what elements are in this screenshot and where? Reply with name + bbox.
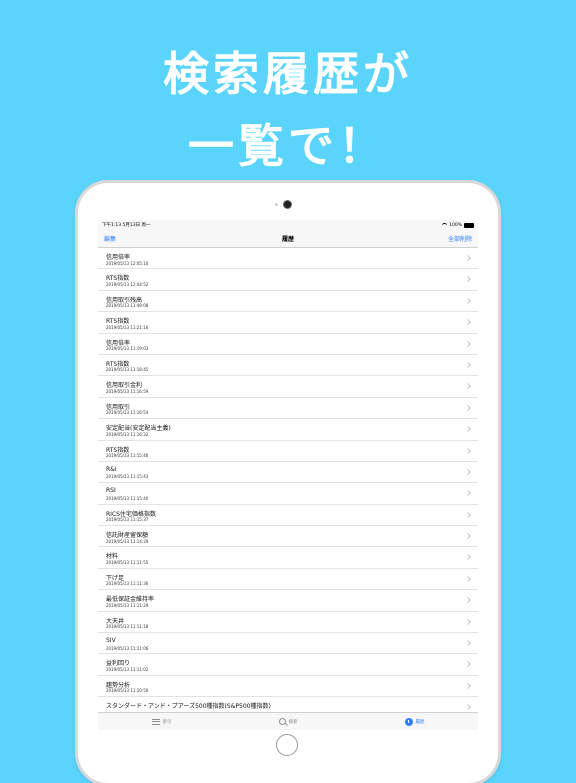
- history-row[interactable]: R&I 2019/05/13 11:15:43: [98, 462, 478, 484]
- tab-search[interactable]: 検索: [278, 718, 298, 725]
- history-date: 2019/05/13 11:14:29: [106, 538, 149, 544]
- history-date: 2019/05/13 11:15:37: [106, 517, 149, 523]
- history-row[interactable]: RTS指数 2019/05/13 11:15:46: [98, 441, 478, 462]
- history-row[interactable]: 最低保証金維持率 2019/05/13 11:11:29: [98, 590, 478, 612]
- history-term: RSI: [106, 487, 116, 495]
- chevron-right-icon: [465, 490, 471, 497]
- history-date: 2019/05/13 11:18:45: [106, 367, 149, 373]
- chevron-right-icon: [465, 554, 471, 561]
- history-date: 2019/05/13 11:16:54: [106, 410, 149, 416]
- chevron-right-icon: [465, 319, 471, 326]
- history-date: 2019/05/13 11:11:36: [106, 581, 149, 587]
- history-row[interactable]: 信託財産留保額 2019/05/13 11:14:29: [98, 526, 478, 548]
- tab-history[interactable]: 履歴: [404, 717, 425, 726]
- history-row[interactable]: 大天井 2019/05/13 11:11:18: [98, 612, 478, 634]
- clock-icon: [404, 717, 413, 726]
- history-term: スタンダード・アンド・プアーズ500種指数(S&P500種指数): [106, 703, 271, 711]
- history-row[interactable]: 信用取引残高 2019/05/13 11:49:08: [98, 291, 478, 313]
- search-icon: [278, 718, 286, 725]
- chevron-right-icon: [465, 704, 471, 711]
- chevron-right-icon: [465, 404, 471, 411]
- history-term: R&I: [106, 465, 117, 473]
- history-row[interactable]: RTS指数 2019/05/13 11:21:16: [98, 312, 478, 334]
- chevron-right-icon: [465, 618, 471, 625]
- chevron-right-icon: [465, 426, 471, 432]
- history-list: 信用倍率 2019/05/13 12:05:10 RTS指数 2019/05/13 1…: [98, 248, 478, 719]
- history-date: 2019/05/13 12:04:52: [106, 281, 149, 287]
- history-date: 2019/05/13 12:05:10: [106, 260, 149, 266]
- history-date: 2019/05/13 11:10:50: [106, 688, 149, 694]
- chevron-right-icon: [465, 511, 471, 518]
- chevron-right-icon: [465, 297, 471, 304]
- battery-icon: [464, 222, 474, 228]
- history-row[interactable]: 材料 2019/05/13 11:11:55: [98, 547, 478, 569]
- history-date: 2019/05/13 11:11:29: [106, 602, 149, 608]
- history-row[interactable]: RICS住宅価格指数 2019/05/13 11:15:37: [98, 505, 478, 527]
- history-row[interactable]: 安定配当(安定配当主義) 2019/05/13 11:16:32: [98, 419, 478, 441]
- wifi-icon: [442, 222, 448, 228]
- history-date: 2019/05/13 11:11:06: [106, 645, 149, 651]
- headline-line-1: 検索履歴が: [163, 47, 413, 101]
- status-time: 下午1:13 5月13日 周一: [102, 223, 151, 228]
- app-screen: 下午1:13 5月13日 周一 100% 編集 履歴 全部削除 信用倍率 2019…: [98, 220, 478, 730]
- history-row[interactable]: SIV 2019/05/13 11:11:06: [98, 633, 478, 655]
- delete-all-button[interactable]: 全部削除: [448, 234, 472, 243]
- history-date: 2019/05/13 11:15:40: [106, 495, 149, 501]
- history-date: 2019/05/13 11:16:32: [106, 431, 149, 437]
- tab-search-label: 検索: [288, 719, 298, 725]
- history-date: 2019/05/13 11:21:16: [106, 324, 149, 330]
- history-row[interactable]: 趨勢分析 2019/05/13 11:10:50: [98, 676, 478, 698]
- history-row[interactable]: 益利回り 2019/05/13 11:11:02: [98, 654, 478, 676]
- chevron-right-icon: [465, 640, 471, 646]
- chevron-right-icon: [465, 340, 471, 347]
- chevron-right-icon: [465, 383, 471, 390]
- tab-history-label: 履歴: [415, 719, 425, 725]
- history-date: 2019/05/13 11:49:08: [106, 303, 149, 309]
- history-row[interactable]: 信用取引 2019/05/13 11:16:54: [98, 398, 478, 420]
- page-title: 履歴: [281, 236, 294, 243]
- sensor-dot: [275, 203, 278, 206]
- history-date: 2019/05/13 11:19:03: [106, 346, 149, 352]
- history-term: SIV: [106, 637, 116, 645]
- chevron-right-icon: [465, 661, 471, 668]
- chevron-right-icon: [465, 597, 471, 604]
- history-row[interactable]: RTS指数 2019/05/13 11:18:45: [98, 355, 478, 377]
- chevron-right-icon: [465, 362, 471, 368]
- chevron-right-icon: [465, 533, 471, 539]
- history-row[interactable]: RSI 2019/05/13 11:15:40: [98, 483, 478, 505]
- edit-button[interactable]: 編集: [104, 234, 116, 243]
- chevron-right-icon: [465, 469, 471, 475]
- history-row[interactable]: 信用取引金利 2019/05/13 11:16:59: [98, 376, 478, 398]
- history-date: 2019/05/13 11:16:59: [106, 388, 149, 394]
- home-button[interactable]: [276, 734, 298, 756]
- headline-line-2: 一覧で！: [188, 119, 388, 173]
- status-right: 100%: [442, 222, 474, 228]
- history-row[interactable]: RTS指数 2019/05/13 12:04:52: [98, 269, 478, 291]
- tab-bar: 索引 検索 履歴: [98, 712, 478, 730]
- chevron-right-icon: [465, 682, 471, 689]
- list-icon: [151, 718, 160, 725]
- history-date: 2019/05/13 11:15:46: [106, 453, 149, 459]
- camera-icon: [284, 201, 291, 208]
- history-row[interactable]: 信用倍率 2019/05/13 11:19:03: [98, 334, 478, 355]
- tab-index-label: 索引: [162, 719, 172, 725]
- history-row[interactable]: 下げ足 2019/05/13 11:11:36: [98, 569, 478, 591]
- chevron-right-icon: [465, 276, 471, 283]
- history-date: 2019/05/13 11:11:55: [106, 559, 149, 565]
- battery-percent: 100%: [449, 222, 462, 228]
- history-row[interactable]: 信用倍率 2019/05/13 12:05:10: [98, 248, 478, 270]
- ipad-frame: 下午1:13 5月13日 周一 100% 編集 履歴 全部削除 信用倍率 2019…: [78, 183, 498, 783]
- history-date: 2019/05/13 11:15:43: [106, 474, 149, 480]
- history-date: 2019/05/13 11:11:18: [106, 624, 149, 630]
- nav-bar: 編集 履歴 全部削除: [98, 230, 478, 248]
- history-date: 2019/05/13 11:11:02: [106, 666, 149, 672]
- chevron-right-icon: [465, 576, 471, 582]
- status-bar: 下午1:13 5月13日 周一 100%: [98, 220, 478, 230]
- chevron-right-icon: [465, 255, 471, 261]
- chevron-right-icon: [465, 447, 471, 454]
- tab-index[interactable]: 索引: [151, 718, 172, 725]
